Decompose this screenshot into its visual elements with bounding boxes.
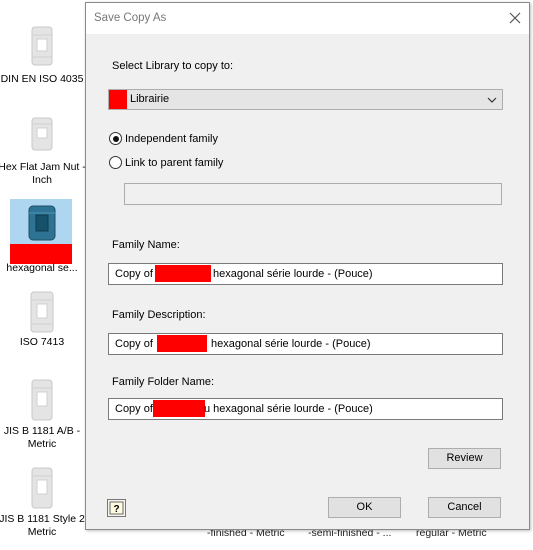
library-select-value: Librairie: [130, 93, 170, 105]
dialog-title: Save Copy As: [94, 12, 167, 24]
family-name-input[interactable]: Copy of hexagonal série lourde - (Pouce): [108, 263, 503, 285]
library-item-hexagonal-selected[interactable]: hexagonal se...: [0, 199, 84, 279]
family-folder-input[interactable]: Copy of u hexagonal série lourde - (Pouc…: [108, 398, 503, 420]
library-item-din-en-iso-4035[interactable]: DIN EN ISO 4035: [0, 25, 84, 95]
family-folder-prefix: Copy of: [115, 403, 153, 415]
library-item-caption: Hex Flat Jam Nut -: [0, 161, 86, 173]
library-item-jis-b-1181-ab[interactable]: JIS B 1181 A/B - Metric: [0, 378, 84, 458]
library-item-caption: hexagonal se...: [6, 262, 78, 274]
redacted-text: [157, 335, 207, 352]
family-name-prefix: Copy of: [115, 268, 153, 280]
redacted-swatch: [109, 90, 127, 109]
save-copy-as-dialog: Save Copy As Select Library to copy to: …: [85, 2, 530, 530]
redacted-text: [155, 265, 211, 282]
library-item-caption-line2: Metric: [27, 526, 57, 538]
independent-family-label: Independent family: [125, 133, 218, 145]
library-item-hex-flat-jam-nut[interactable]: Hex Flat Jam Nut - Inch: [0, 112, 86, 192]
family-description-label: Family Description:: [112, 309, 206, 321]
family-folder-suffix: u hexagonal série lourde - (Pouce): [204, 403, 373, 415]
hex-nut-icon: [31, 467, 53, 509]
library-item-caption: DIN EN ISO 4035: [0, 73, 84, 85]
library-select[interactable]: Librairie: [108, 89, 503, 110]
library-item-caption: JIS B 1181 Style 2: [0, 513, 85, 525]
library-item-caption-line2: Metric: [27, 438, 57, 450]
library-item-jis-b-1181-style2[interactable]: JIS B 1181 Style 2 Metric: [0, 466, 85, 546]
help-icon: ?: [109, 501, 124, 515]
library-item-caption-line2: Inch: [32, 174, 52, 186]
family-folder-label: Family Folder Name:: [112, 376, 215, 388]
library-item-iso-7413[interactable]: ISO 7413: [0, 290, 84, 360]
svg-text:?: ?: [113, 504, 119, 515]
hex-nut-icon: [31, 26, 53, 66]
ok-button[interactable]: OK: [328, 497, 401, 518]
redacted-label: [10, 244, 72, 264]
review-button[interactable]: Review: [428, 448, 501, 469]
select-library-label: Select Library to copy to:: [112, 60, 234, 72]
radio-selected-dot: [112, 135, 119, 142]
parent-family-field: [124, 183, 502, 205]
chevron-down-icon: [487, 97, 497, 103]
hex-nut-icon: [30, 291, 54, 333]
help-button[interactable]: ?: [107, 499, 126, 517]
close-button[interactable]: [506, 9, 524, 27]
hex-nut-icon: [31, 379, 53, 421]
independent-family-radio[interactable]: [109, 132, 122, 145]
link-parent-family-radio[interactable]: [109, 156, 122, 169]
cancel-button[interactable]: Cancel: [428, 497, 501, 518]
hex-nut-icon: [28, 205, 56, 241]
link-parent-family-label: Link to parent family: [125, 157, 224, 169]
family-name-label: Family Name:: [112, 239, 180, 251]
family-description-prefix: Copy of: [115, 338, 153, 350]
dialog-titlebar[interactable]: Save Copy As: [86, 3, 529, 34]
hex-nut-icon: [31, 117, 53, 151]
family-description-suffix: hexagonal série lourde - (Pouce): [211, 338, 371, 350]
family-description-input[interactable]: Copy of hexagonal série lourde - (Pouce): [108, 333, 503, 355]
family-name-suffix: hexagonal série lourde - (Pouce): [213, 268, 373, 280]
close-icon: [509, 12, 521, 24]
redacted-text: [153, 400, 205, 417]
library-item-caption: ISO 7413: [19, 336, 65, 348]
library-item-caption: JIS B 1181 A/B -: [3, 425, 81, 437]
